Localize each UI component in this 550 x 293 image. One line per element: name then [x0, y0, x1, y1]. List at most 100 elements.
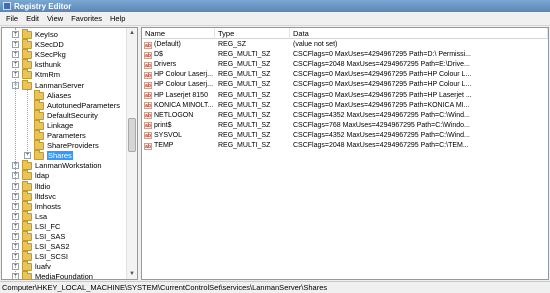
- folder-icon: [22, 200, 32, 211]
- registry-key-tree[interactable]: ▲ ▼ + KeyIso + KSecDD + KSecPkg + ksthunk + KtmRm…: [1, 27, 138, 280]
- value-name: HP Laserjet 8150: [154, 91, 208, 99]
- list-item[interactable]: ab Drivers REG_MULTI_SZ CSCFlags=2048 MaxUs…: [142, 60, 548, 70]
- value-name-cell: ab NETLOGON: [142, 111, 215, 121]
- string-value-icon: ab: [144, 142, 152, 150]
- title-bar: Registry Editor: [0, 0, 550, 12]
- folder-icon: [22, 180, 32, 191]
- list-item[interactable]: ab HP Colour Laserj... REG_MULTI_SZ CSCFlag…: [142, 70, 548, 80]
- folder-icon: [22, 271, 32, 279]
- value-data: CSCFlags=0 MaxUses=4294967295 Path=HP Co…: [293, 81, 472, 89]
- folder-icon: [34, 89, 44, 100]
- value-data: CSCFlags=0 MaxUses=4294967295 Path=HP Co…: [293, 71, 472, 79]
- value-name-cell: ab SYSVOL: [142, 131, 215, 141]
- registry-values-list[interactable]: Name Type Data ab (Default) REG_SZ (value n…: [141, 27, 549, 280]
- tree-item-label: lmhosts: [35, 201, 61, 211]
- list-item[interactable]: ab KONICA MINOLT... REG_MULTI_SZ CSCFlags=0…: [142, 101, 548, 111]
- list-item[interactable]: ab TEMP REG_MULTI_SZ CSCFlags=2048 MaxUses=…: [142, 141, 548, 151]
- string-value-icon: ab: [144, 51, 152, 59]
- scrollbar-thumb[interactable]: [128, 118, 136, 152]
- tree-item-label: Lsa: [35, 211, 48, 221]
- string-value-icon: ab: [144, 71, 152, 79]
- value-data: (value not set): [293, 41, 338, 48]
- value-type: REG_MULTI_SZ: [218, 51, 271, 59]
- tree-item-label: LSI_SCSI: [35, 252, 68, 262]
- value-name: TEMP: [154, 142, 174, 149]
- value-name-cell: ab Drivers: [142, 60, 215, 70]
- tree-item-label: KeyIso: [35, 30, 58, 39]
- tree-item-label: ksthunk: [35, 60, 61, 70]
- registry-editor-icon: [3, 2, 11, 10]
- value-name: (Default): [154, 41, 181, 48]
- folder-icon: [22, 170, 32, 181]
- scroll-up-arrow-icon[interactable]: ▲: [127, 28, 137, 38]
- value-type: REG_MULTI_SZ: [218, 81, 271, 89]
- tree-item-label: Linkage: [47, 120, 74, 130]
- value-data: CSCFlags=4352 MaxUses=4294967295 Path=C:…: [293, 111, 470, 119]
- value-data: CSCFlags=0 MaxUses=4294967295 Path=HP La…: [293, 91, 472, 99]
- value-data: CSCFlags=768 MaxUses=4294967295 Path=C:\…: [293, 121, 470, 129]
- tree-connector-line: [27, 89, 28, 156]
- value-type: REG_MULTI_SZ: [218, 101, 271, 109]
- string-value-icon: ab: [144, 122, 152, 130]
- folder-icon: [34, 140, 44, 151]
- menu-view[interactable]: View: [43, 14, 67, 23]
- folder-icon: [22, 160, 32, 171]
- tree-item-label: DefaultSecurity: [47, 110, 98, 120]
- tree-item-label: lltdsvc: [35, 191, 56, 201]
- list-item[interactable]: ab print$ REG_MULTI_SZ CSCFlags=768 MaxUses…: [142, 121, 548, 131]
- value-name: D$: [154, 51, 163, 59]
- tree-item-label: KtmRm: [35, 70, 60, 80]
- list-item[interactable]: ab NETLOGON REG_MULTI_SZ CSCFlags=4352 MaxU…: [142, 111, 548, 121]
- string-value-icon: ab: [144, 132, 152, 140]
- string-value-icon: ab: [144, 81, 152, 89]
- folder-icon: [22, 39, 32, 50]
- menu-edit[interactable]: Edit: [22, 14, 43, 23]
- value-type: REG_MULTI_SZ: [218, 142, 271, 149]
- value-type: REG_MULTI_SZ: [218, 61, 271, 69]
- value-data: CSCFlags=2048 MaxUses=4294967295 Path=E:…: [293, 61, 470, 69]
- list-item[interactable]: ab SYSVOL REG_MULTI_SZ CSCFlags=4352 MaxUse…: [142, 131, 548, 141]
- folder-icon: [22, 59, 32, 70]
- window-title: Registry Editor: [14, 1, 72, 11]
- list-item[interactable]: ab HP Colour Laserj... REG_MULTI_SZ CSCFlag…: [142, 80, 548, 90]
- value-data: CSCFlags=4352 MaxUses=4294967295 Path=C:…: [293, 131, 470, 139]
- menu-favorites[interactable]: Favorites: [67, 14, 106, 23]
- folder-icon: [34, 150, 44, 161]
- tree-vertical-scrollbar[interactable]: ▲ ▼: [126, 28, 137, 279]
- list-item[interactable]: ab (Default) REG_SZ (value not set): [142, 40, 548, 50]
- value-name-cell: ab D$: [142, 50, 215, 60]
- tree-item-label: LSI_FC: [35, 221, 61, 231]
- tree-item-label: luafv: [35, 262, 51, 272]
- value-name-cell: ab print$: [142, 121, 215, 131]
- value-name: print$: [154, 121, 172, 129]
- value-type: REG_MULTI_SZ: [218, 131, 271, 139]
- string-value-icon: ab: [144, 102, 152, 110]
- value-name: HP Colour Laserj...: [154, 81, 214, 89]
- scroll-down-arrow-icon[interactable]: ▼: [127, 269, 137, 279]
- value-type: REG_MULTI_SZ: [218, 71, 271, 79]
- string-value-icon: ab: [144, 41, 152, 49]
- list-item[interactable]: ab D$ REG_MULTI_SZ CSCFlags=0 MaxUses=42949…: [142, 50, 548, 60]
- column-header-data[interactable]: Data: [290, 28, 548, 39]
- value-data: CSCFlags=0 MaxUses=4294967295 Path=KONIC…: [293, 101, 470, 109]
- value-type: REG_MULTI_SZ: [218, 111, 271, 119]
- menu-help[interactable]: Help: [106, 14, 129, 23]
- menu-bar: File Edit View Favorites Help: [0, 12, 550, 26]
- tree-connector-line: [15, 28, 16, 278]
- tree-item-label: LSI_SAS2: [35, 242, 70, 252]
- tree-item-label: Aliases: [47, 90, 72, 100]
- column-header-type[interactable]: Type: [215, 28, 290, 39]
- value-type: REG_MULTI_SZ: [218, 121, 271, 129]
- tree-item-label: ldap: [35, 171, 50, 181]
- tree-item[interactable]: + MediaFoundation: [2, 271, 127, 279]
- value-type: REG_SZ: [218, 41, 247, 48]
- tree-item-label: ShareProviders: [47, 141, 99, 151]
- menu-file[interactable]: File: [2, 14, 22, 23]
- list-item[interactable]: ab HP Laserjet 8150 REG_MULTI_SZ CSCFlags=0…: [142, 91, 548, 101]
- tree-item-label: lltdio: [35, 181, 51, 191]
- folder-icon: [22, 69, 32, 80]
- value-data: CSCFlags=2048 MaxUses=4294967295 Path=C:…: [293, 142, 469, 149]
- list-header: Name Type Data: [142, 28, 548, 39]
- column-header-name[interactable]: Name: [142, 28, 215, 39]
- value-name-cell: ab HP Colour Laserj...: [142, 70, 215, 80]
